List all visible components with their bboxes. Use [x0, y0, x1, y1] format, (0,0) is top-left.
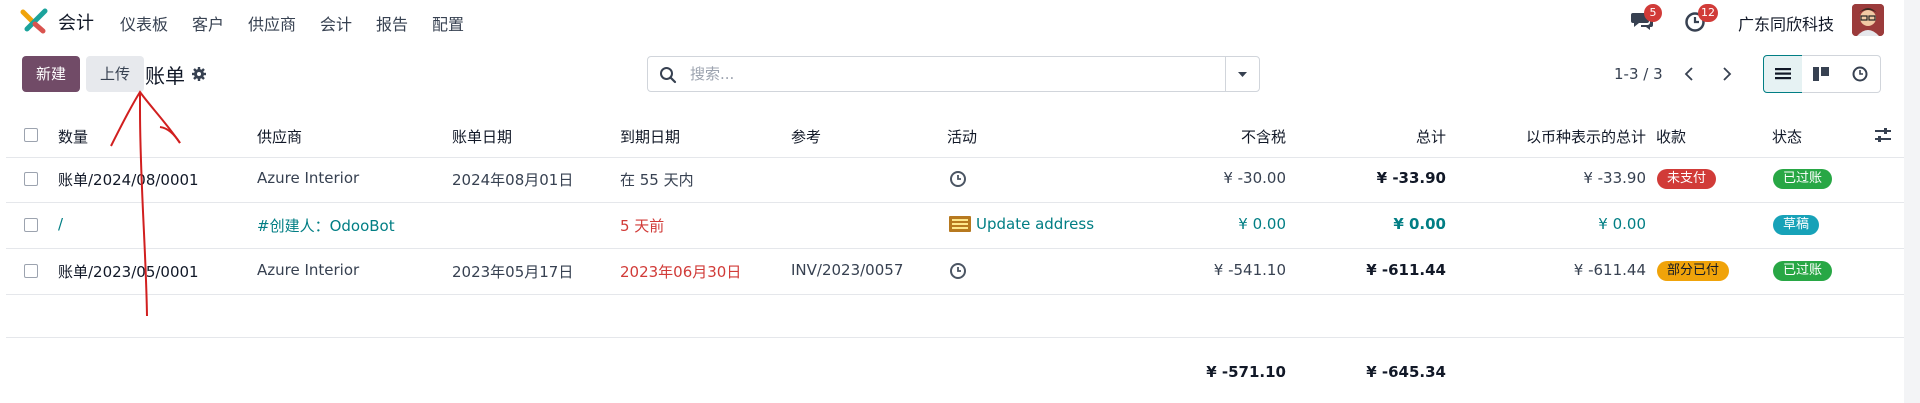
breadcrumb: 账单 — [145, 64, 185, 88]
column-total[interactable]: 总计 — [1316, 126, 1446, 147]
kanban-icon — [1813, 67, 1829, 81]
pager-value[interactable]: 1-3 / 3 — [1614, 65, 1663, 83]
empty-row — [6, 294, 1904, 338]
bill-date: 2024年08月01日 — [452, 171, 574, 189]
search-options-toggle[interactable] — [1225, 57, 1259, 91]
payment-status-badge: 部分已付 — [1657, 261, 1730, 281]
column-quantity[interactable]: 数量 — [58, 126, 88, 147]
column-reference[interactable]: 参考 — [791, 126, 821, 147]
table-row[interactable]: 账单/2023/05/0001 Azure Interior 2023年05月1… — [6, 248, 1904, 295]
activity-view-button[interactable] — [1841, 55, 1881, 93]
search-input[interactable] — [684, 57, 1216, 91]
company-switcher[interactable]: 广东同欣科技 — [1738, 11, 1834, 35]
search-icon — [659, 66, 677, 84]
vendor-name: Azure Interior — [257, 169, 360, 187]
reference: INV/2023/0057 — [791, 261, 904, 279]
sum-total: ¥ -645.34 — [1366, 363, 1446, 381]
pager-next-button[interactable] — [1716, 64, 1736, 84]
row-checkbox[interactable] — [24, 264, 38, 278]
activity-summary[interactable]: Update address — [976, 215, 1094, 233]
list-view-button[interactable] — [1763, 55, 1803, 93]
clock-icon — [1852, 66, 1868, 82]
column-status[interactable]: 状态 — [1772, 126, 1802, 147]
menu-configuration[interactable]: 配置 — [432, 11, 464, 35]
amount-untaxed: ¥ 0.00 — [1238, 215, 1286, 233]
messages-badge: 5 — [1644, 4, 1662, 22]
column-vendor[interactable]: 供应商 — [257, 126, 302, 147]
column-due-date[interactable]: 到期日期 — [620, 126, 680, 147]
vendor-name: Azure Interior — [257, 261, 360, 279]
bill-number: / — [58, 215, 64, 233]
caret-down-icon — [1238, 72, 1247, 77]
table-header: 数量 供应商 账单日期 到期日期 参考 活动 不含税 总计 以币种表示的总计 收… — [6, 114, 1904, 158]
amount-total-currency: ¥ -33.90 — [1583, 169, 1646, 187]
pager-previous-button[interactable] — [1680, 64, 1700, 84]
menu-dashboard[interactable]: 仪表板 — [120, 11, 168, 35]
column-payment[interactable]: 收款 — [1656, 126, 1686, 147]
column-total-in-currency[interactable]: 以币种表示的总计 — [1466, 126, 1646, 147]
bill-date: 2023年05月17日 — [452, 263, 574, 281]
app-title[interactable]: 会计 — [58, 9, 94, 35]
upload-button[interactable]: 上传 — [86, 56, 144, 92]
bill-number: 账单/2023/05/0001 — [58, 263, 199, 281]
chevron-left-icon — [1684, 67, 1693, 81]
due-date: 2023年06月30日 — [620, 263, 742, 281]
vendor-name: #创建人：OdooBot — [257, 217, 395, 235]
menu-accounting[interactable]: 会计 — [320, 11, 352, 35]
todo-list-icon[interactable] — [949, 215, 971, 233]
payment-status-badge: 未支付 — [1657, 169, 1717, 189]
activities-badge: 12 — [1698, 4, 1718, 22]
messages-button[interactable]: 5 — [1630, 4, 1662, 32]
activities-button[interactable]: 12 — [1684, 4, 1718, 32]
row-checkbox[interactable] — [24, 218, 38, 232]
activity-clock-icon[interactable] — [949, 170, 967, 188]
column-untaxed[interactable]: 不含税 — [1156, 126, 1286, 147]
row-checkbox[interactable] — [24, 172, 38, 186]
kanban-view-button[interactable] — [1802, 55, 1842, 93]
column-bill-date[interactable]: 账单日期 — [452, 126, 512, 147]
table-row[interactable]: 账单/2024/08/0001 Azure Interior 2024年08月0… — [6, 157, 1904, 203]
status-badge: 已过账 — [1773, 169, 1833, 189]
gear-icon[interactable] — [191, 66, 207, 82]
amount-untaxed: ¥ -541.10 — [1213, 261, 1286, 279]
user-avatar[interactable] — [1852, 4, 1884, 36]
search-bar — [647, 56, 1260, 92]
menu-customers[interactable]: 客户 — [192, 11, 224, 35]
status-badge: 草稿 — [1773, 215, 1820, 235]
sliders-icon — [1875, 128, 1891, 142]
window-edge — [1904, 0, 1920, 403]
totals-row: ¥ -571.10 ¥ -645.34 — [6, 337, 1904, 403]
select-all-checkbox[interactable] — [24, 128, 38, 142]
optional-columns-toggle[interactable] — [1874, 127, 1892, 143]
amount-total: ¥ 0.00 — [1393, 215, 1446, 233]
due-date: 在 55 天内 — [620, 171, 694, 189]
due-date: 5 天前 — [620, 217, 665, 235]
chevron-right-icon — [1723, 67, 1732, 81]
activity-clock-icon[interactable] — [949, 262, 967, 280]
amount-total-currency: ¥ 0.00 — [1598, 215, 1646, 233]
amount-total: ¥ -611.44 — [1366, 261, 1446, 279]
top-navbar: 会计 仪表板 客户 供应商 会计 报告 配置 5 12 广东同欣科技 — [0, 0, 1904, 42]
table-row[interactable]: / #创建人：OdooBot 5 天前 Update address ¥ 0.0… — [6, 202, 1904, 249]
column-activity[interactable]: 活动 — [947, 126, 977, 147]
menu-vendors[interactable]: 供应商 — [248, 11, 296, 35]
menu-reporting[interactable]: 报告 — [376, 11, 408, 35]
new-button[interactable]: 新建 — [22, 56, 80, 92]
sum-untaxed: ¥ -571.10 — [1206, 363, 1286, 381]
amount-untaxed: ¥ -30.00 — [1223, 169, 1286, 187]
status-badge: 已过账 — [1773, 261, 1833, 281]
amount-total-currency: ¥ -611.44 — [1573, 261, 1646, 279]
apps-logo-icon[interactable] — [20, 8, 48, 34]
amount-total: ¥ -33.90 — [1376, 169, 1446, 187]
list-icon — [1775, 68, 1791, 80]
bill-number: 账单/2024/08/0001 — [58, 171, 199, 189]
